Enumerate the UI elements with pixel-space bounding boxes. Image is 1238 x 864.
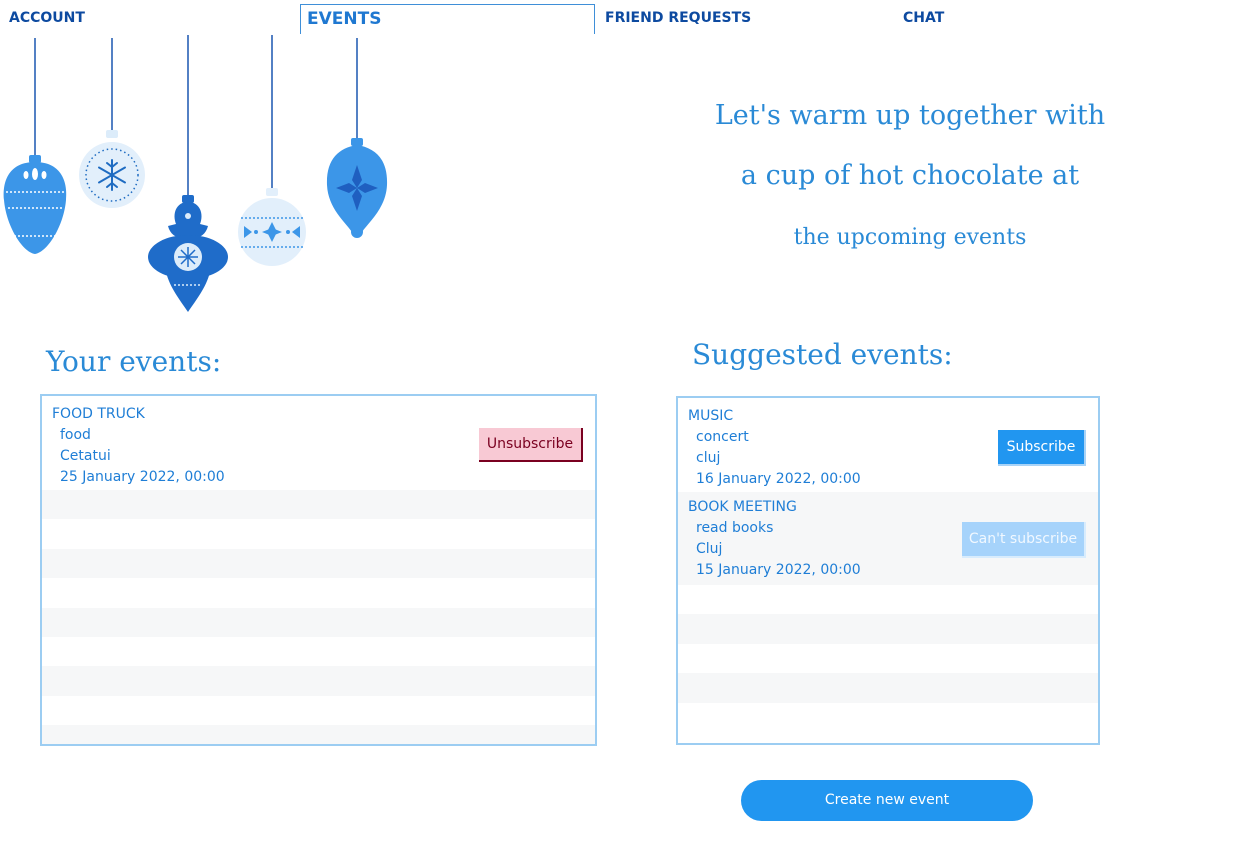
christmas-ornaments-illustration	[3, 35, 388, 312]
christmas-ornament-icon	[238, 188, 306, 266]
cant-subscribe-button[interactable]: Can't subscribe	[962, 522, 1086, 558]
empty-rows	[42, 490, 595, 744]
unsubscribe-button[interactable]: Unsubscribe	[479, 428, 583, 462]
event-name: BOOK MEETING	[688, 499, 797, 515]
christmas-ornament-icon	[148, 195, 228, 312]
your-events-list[interactable]: FOOD TRUCK food Cetatui 25 January 2022,…	[40, 394, 597, 746]
slogan-line-1: Let's warm up together with	[714, 100, 1106, 131]
slogan-line-2: a cup of hot chocolate at	[740, 160, 1080, 191]
subscribe-button[interactable]: Subscribe	[998, 430, 1086, 466]
create-new-event-button[interactable]: Create new event	[741, 780, 1033, 821]
event-item: MUSIC concert cluj 16 January 2022, 00:0…	[678, 398, 1098, 492]
slogan-line-3: the upcoming events	[793, 225, 1027, 250]
your-events-heading: Your events:	[46, 345, 222, 378]
event-name: FOOD TRUCK	[52, 406, 145, 422]
event-date: 15 January 2022, 00:00	[696, 562, 861, 578]
empty-rows	[678, 585, 1098, 732]
christmas-ornament-icon	[326, 138, 388, 238]
event-date: 16 January 2022, 00:00	[696, 471, 861, 487]
event-item: BOOK MEETING read books Cluj 15 January …	[678, 492, 1098, 585]
christmas-ornament-icon	[79, 130, 145, 208]
tab-friend-requests[interactable]: FRIEND REQUESTS	[605, 4, 751, 34]
christmas-ornament-icon	[3, 155, 67, 254]
event-item: FOOD TRUCK food Cetatui 25 January 2022,…	[42, 396, 595, 490]
suggested-events-list[interactable]: MUSIC concert cluj 16 January 2022, 00:0…	[676, 396, 1100, 745]
tab-chat[interactable]: CHAT	[903, 4, 944, 34]
event-date: 25 January 2022, 00:00	[60, 469, 225, 485]
suggested-events-heading: Suggested events:	[692, 338, 953, 371]
event-name: MUSIC	[688, 408, 734, 424]
